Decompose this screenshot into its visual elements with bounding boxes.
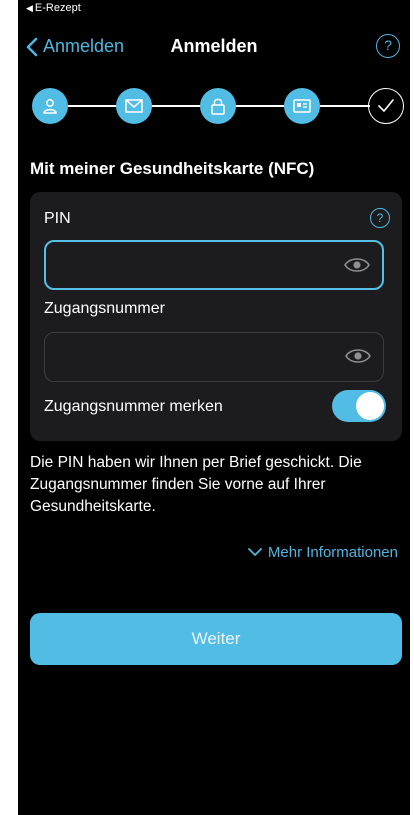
app-screen: ◀ E-Rezept Anmelden Anmelden ? Mit meine…	[18, 0, 410, 815]
step-lock	[200, 88, 236, 124]
step-id-card	[284, 88, 320, 124]
page-title: Anmelden	[170, 36, 258, 56]
checkmark-icon	[378, 99, 394, 112]
lock-icon	[211, 98, 225, 115]
step-envelope	[116, 88, 152, 124]
pin-input[interactable]	[56, 242, 330, 290]
pin-help-button[interactable]: ?	[370, 208, 390, 228]
access-number-field[interactable]	[44, 332, 384, 383]
person-icon	[43, 99, 57, 114]
eye-icon[interactable]	[344, 256, 370, 274]
status-bar: ◀ E-Rezept	[18, 0, 410, 22]
id-card-icon	[293, 99, 311, 113]
envelope-icon	[125, 99, 143, 113]
step-person	[32, 88, 68, 124]
step-connector	[236, 105, 286, 107]
chevron-down-icon	[248, 548, 262, 556]
back-triangle-icon: ◀	[26, 3, 33, 13]
continue-button[interactable]: Weiter	[30, 613, 402, 665]
step-connector	[152, 105, 202, 107]
step-connector	[320, 105, 370, 107]
help-button[interactable]: ?	[376, 34, 400, 58]
back-app-label: E-Rezept	[34, 2, 81, 14]
access-number-input[interactable]	[55, 333, 329, 383]
access-number-label: Zugangsnummer	[44, 300, 165, 317]
step-complete	[368, 88, 404, 124]
eye-icon[interactable]	[345, 347, 371, 365]
more-info-label: Mehr Informationen	[267, 544, 398, 561]
remember-label: Zugangsnummer merken	[44, 398, 223, 415]
remember-toggle[interactable]	[332, 390, 386, 422]
progress-stepper	[18, 86, 410, 126]
more-info-link[interactable]: Mehr Informationen	[248, 544, 398, 561]
section-title: Mit meiner Gesundheitskarte (NFC)	[30, 159, 315, 178]
login-card: PIN ? Zugangsnummer Zugangsnummer merken	[30, 192, 402, 441]
step-connector	[68, 105, 118, 107]
pin-field[interactable]	[44, 240, 384, 290]
back-to-app-link[interactable]: ◀ E-Rezept	[26, 2, 81, 14]
pin-label: PIN	[44, 210, 71, 227]
toggle-knob	[356, 392, 384, 420]
info-text: Die PIN haben wir Ihnen per Brief geschi…	[30, 454, 362, 515]
navigation-bar: Anmelden Anmelden ?	[18, 28, 410, 68]
